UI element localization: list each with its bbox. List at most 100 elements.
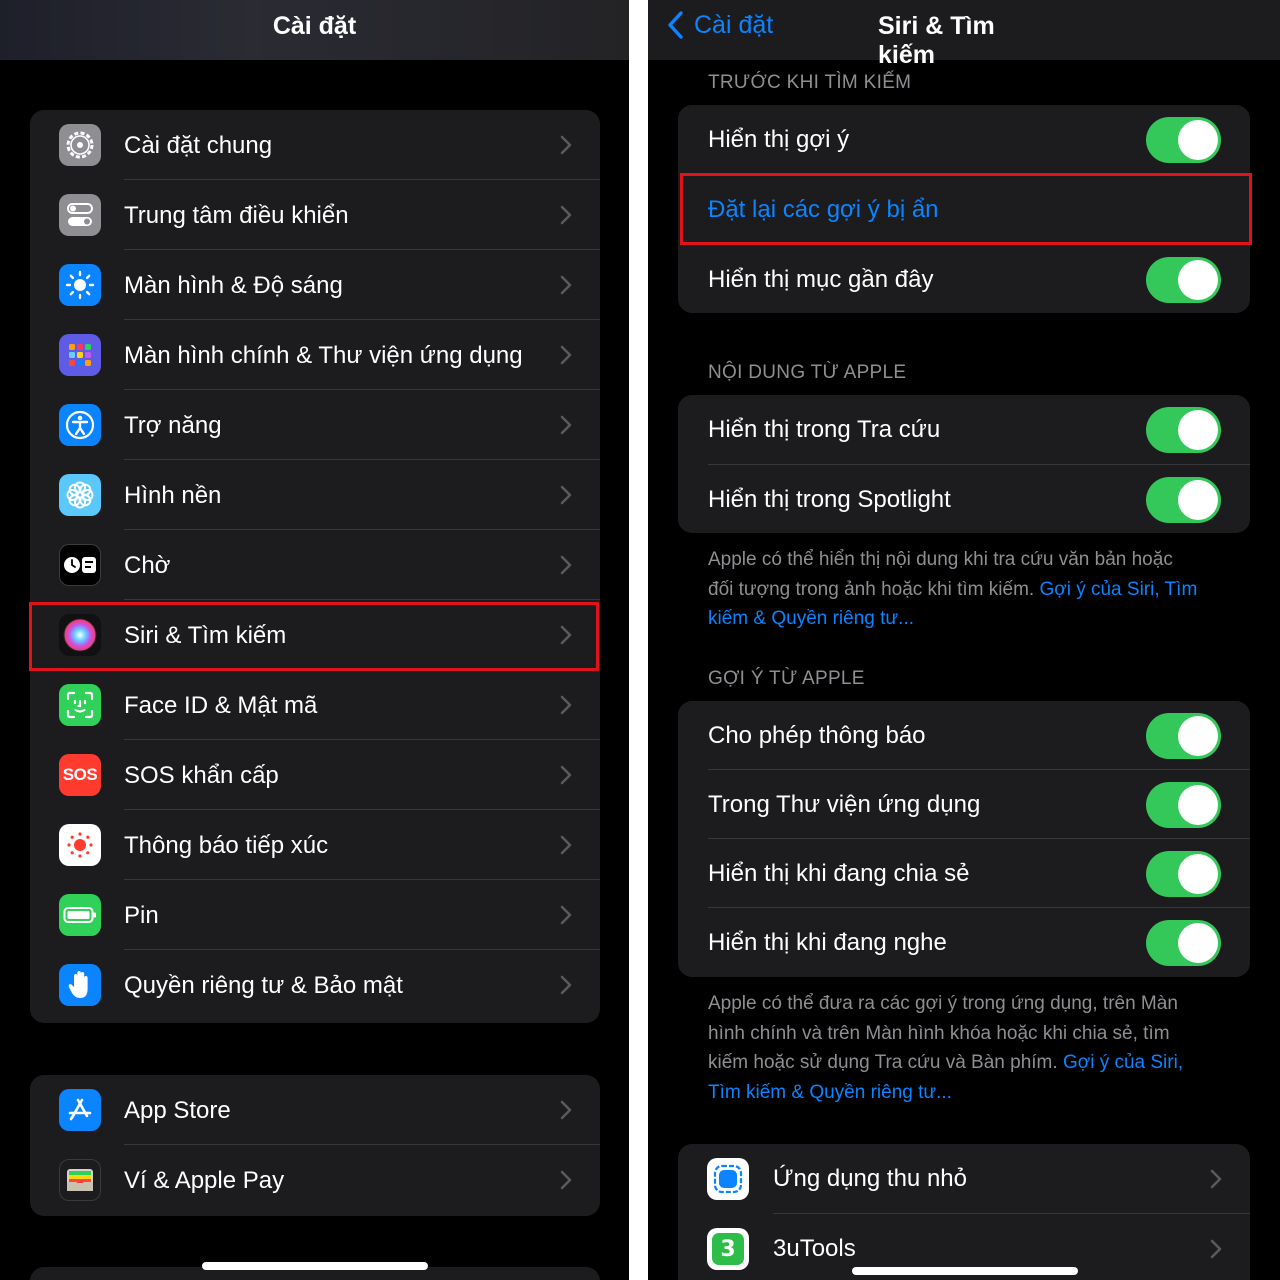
settings-row-general[interactable]: Cài đặt chung [30, 110, 600, 180]
settings-row-accessibility[interactable]: Trợ năng [30, 390, 600, 460]
footer-line: Apple có thể đưa ra các gợi ý trong ứng … [708, 993, 1178, 1014]
chevron-right-icon [560, 485, 572, 505]
row-show-suggestions: Hiển thị gợi ý [678, 105, 1250, 175]
settings-row-wallpaper[interactable]: Hình nền [30, 460, 600, 530]
chevron-right-icon [1210, 1169, 1222, 1189]
chevron-right-icon [560, 555, 572, 575]
settings-group-main: Cài đặt chung Trung tâm điều khiển Màn h… [30, 110, 600, 1023]
face-id-icon [59, 684, 101, 726]
chevron-right-icon [560, 415, 572, 435]
group-before-search: Hiển thị gợi ý Đặt lại các gợi ý bị ẩn H… [678, 105, 1250, 313]
row-label: Ứng dụng thu nhỏ [773, 1165, 967, 1192]
chevron-right-icon [560, 975, 572, 995]
settings-row-exposure[interactable]: Thông báo tiếp xúc [30, 810, 600, 880]
toggle-switch[interactable] [1146, 713, 1221, 759]
chevron-left-icon [668, 11, 683, 39]
row-label: Hiển thị khi đang nghe [708, 929, 947, 956]
app-store-icon [59, 1089, 101, 1131]
toggle-knob [1178, 260, 1218, 300]
row-label: App Store [124, 1097, 231, 1124]
settings-row-battery[interactable]: Pin [30, 880, 600, 950]
row-show-in-spotlight: Hiển thị trong Spotlight [678, 465, 1250, 533]
settings-screen: Cài đặt Cài đặt chung Trung tâm điều khi… [0, 0, 629, 1280]
row-label: Hiển thị mục gần đây [708, 266, 934, 293]
footer-line: kiếm hoặc sử dụng Tra cứu và Bàn phím. G… [708, 1048, 1228, 1078]
toggle-switch[interactable] [1146, 117, 1221, 163]
standby-icon [59, 544, 101, 586]
row-in-app-library: Trong Thư viện ứng dụng [678, 770, 1250, 839]
row-label: Quyền riêng tư & Bảo mật [124, 972, 403, 999]
row-label: 3uTools [773, 1235, 856, 1262]
row-show-in-look-up: Hiển thị trong Tra cứu [678, 395, 1250, 465]
section-header-suggestions-from-apple: GỢI Ý TỪ APPLE [708, 668, 865, 689]
settings-row-home-screen[interactable]: Màn hình chính & Thư viện ứng dụng [30, 320, 600, 390]
privacy-link[interactable]: kiếm & Quyền riêng tư... [708, 604, 1228, 634]
settings-row-standby[interactable]: Chờ [30, 530, 600, 600]
row-allow-notifications: Cho phép thông báo [678, 701, 1250, 770]
privacy-link[interactable]: Tìm kiếm & Quyền riêng tư... [708, 1078, 1228, 1108]
row-app-clips[interactable]: Ứng dụng thu nhỏ [678, 1144, 1250, 1214]
settings-row-siri-search[interactable]: Siri & Tìm kiếm [30, 600, 600, 670]
toggle-switch[interactable] [1146, 851, 1221, 897]
row-label: Chờ [124, 552, 171, 579]
toggle-switch[interactable] [1146, 782, 1221, 828]
section-footer-content-from-apple: Apple có thể hiển thị nội dung khi tra c… [708, 545, 1228, 634]
group-suggestions-from-apple: Cho phép thông báo Trong Thư viện ứng dụ… [678, 701, 1250, 977]
settings-row-privacy[interactable]: Quyền riêng tư & Bảo mật [30, 950, 600, 1020]
group-apps: Ứng dụng thu nhỏ 3 3uTools [678, 1144, 1250, 1280]
row-label: Trung tâm điều khiển [124, 202, 349, 229]
row-reset-hidden-suggestions[interactable]: Đặt lại các gợi ý bị ẩn [678, 175, 1250, 245]
toggle-knob [1178, 785, 1218, 825]
chevron-right-icon [1210, 1239, 1222, 1259]
home-indicator[interactable] [852, 1267, 1078, 1275]
settings-row-app-store[interactable]: App Store [30, 1075, 600, 1145]
chevron-right-icon [560, 1100, 572, 1120]
row-label: Thông báo tiếp xúc [124, 832, 329, 859]
settings-row-display[interactable]: Màn hình & Độ sáng [30, 250, 600, 320]
row-label: SOS khẩn cấp [124, 762, 279, 789]
chevron-right-icon [560, 835, 572, 855]
row-label: Trong Thư viện ứng dụng [708, 791, 981, 818]
row-label: Siri & Tìm kiếm [124, 622, 287, 649]
settings-group-apps: App Store Ví & Apple Pay [30, 1075, 600, 1216]
row-label: Pin [124, 902, 159, 929]
app-clip-icon [707, 1158, 749, 1200]
row-show-when-listening: Hiển thị khi đang nghe [678, 908, 1250, 977]
row-label: Màn hình & Độ sáng [124, 272, 343, 299]
wallet-icon [59, 1159, 101, 1201]
chevron-right-icon [560, 765, 572, 785]
page-title: Siri & Tìm kiếm [878, 12, 995, 69]
footer-text-part: đối tượng trong ảnh hoặc khi tìm kiếm. [708, 578, 1035, 600]
hand-icon [59, 964, 101, 1006]
navigation-bar: Cài đặt Siri & Tìm kiếm [648, 0, 1280, 69]
settings-row-wallet[interactable]: Ví & Apple Pay [30, 1145, 600, 1215]
settings-row-control-center[interactable]: Trung tâm điều khiển [30, 180, 600, 250]
row-label: Trợ năng [124, 412, 222, 439]
chevron-right-icon [560, 275, 572, 295]
reset-hidden-suggestions-link[interactable]: Đặt lại các gợi ý bị ẩn [708, 196, 939, 224]
chevron-right-icon [560, 625, 572, 645]
toggle-switch[interactable] [1146, 477, 1221, 523]
row-label: Face ID & Mật mã [124, 692, 318, 719]
row-show-when-sharing: Hiển thị khi đang chia sẻ [678, 839, 1250, 908]
back-button-label: Cài đặt [694, 10, 774, 39]
toggle-knob [1178, 923, 1218, 963]
toggle-switch[interactable] [1146, 920, 1221, 966]
page-title: Cài đặt [272, 12, 357, 40]
3utools-icon: 3 [707, 1228, 749, 1270]
toggle-switch[interactable] [1146, 407, 1221, 453]
flower-icon [59, 474, 101, 516]
privacy-link[interactable]: Gợi ý của Siri, Tìm [1039, 579, 1197, 600]
toggle-switch[interactable] [1146, 257, 1221, 303]
settings-row-emergency-sos[interactable]: SOS SOS khẩn cấp [30, 740, 600, 810]
footer-text-part: kiếm hoặc sử dụng Tra cứu và Bàn phím. [708, 1052, 1058, 1073]
footer-line: hình chính và trên Màn hình khóa hoặc kh… [708, 1022, 1170, 1044]
settings-row-face-id[interactable]: Face ID & Mật mã [30, 670, 600, 740]
siri-search-screen: Cài đặt Siri & Tìm kiếm TRƯỚC KHI TÌM KI… [648, 0, 1280, 1280]
sun-icon [59, 264, 101, 306]
home-indicator[interactable] [202, 1262, 428, 1270]
app-grid-icon [59, 334, 101, 376]
toggle-knob [1178, 716, 1218, 756]
back-button[interactable]: Cài đặt [666, 10, 773, 40]
privacy-link[interactable]: Gợi ý của Siri, [1063, 1052, 1183, 1073]
